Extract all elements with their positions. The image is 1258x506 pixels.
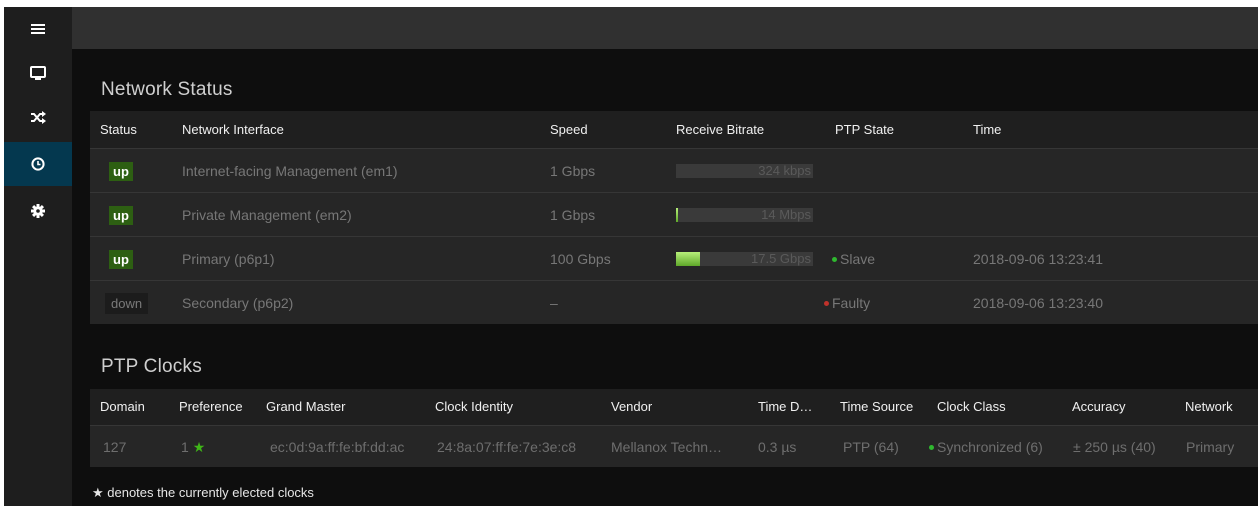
clock-icon — [31, 157, 45, 171]
ptp-state: Slave — [832, 237, 875, 281]
accuracy-value: ± 250 µs (40) — [1073, 439, 1156, 455]
column-header[interactable]: Network — [1185, 389, 1233, 425]
shuffle-icon — [30, 110, 46, 124]
network-status-title: Network Status — [101, 79, 233, 100]
ptp-clocks-table: Domain Preference Grand Master Clock Ide… — [90, 389, 1258, 467]
sidebar — [4, 7, 72, 506]
time-value: 2018-09-06 13:23:41 — [973, 251, 1103, 267]
column-header[interactable]: Time — [973, 111, 1001, 148]
bitrate-bar-fill — [676, 208, 678, 222]
bitrate-value: 17.5 Gbps — [751, 251, 811, 266]
table-header: Domain Preference Grand Master Clock Ide… — [90, 389, 1258, 425]
table-row[interactable]: down Secondary (p6p2) – Faulty 2018-09-0… — [90, 280, 1258, 324]
time-value: 2018-09-06 13:23:40 — [973, 295, 1103, 311]
top-bar — [72, 7, 1258, 49]
speed-value: 1 Gbps — [550, 207, 596, 223]
hamburger-menu-icon — [31, 23, 45, 35]
column-header[interactable]: Grand Master — [266, 389, 345, 425]
sidebar-item-status[interactable] — [4, 142, 72, 186]
time-source-value: PTP (64) — [843, 439, 899, 455]
vendor-value: Mellanox Techn… — [611, 439, 723, 455]
status-badge: up — [109, 250, 133, 269]
table-row[interactable]: 127 1 ★ ec:0d:9a:ff:fe:bf:dd:ac 24:8a:07… — [90, 425, 1258, 467]
preference-value: 1 ★ — [181, 439, 206, 455]
sidebar-item-monitor[interactable] — [4, 51, 72, 95]
interface-name: Primary (p6p1) — [182, 251, 275, 267]
ptp-state: Faulty — [824, 281, 870, 325]
column-header[interactable]: Receive Bitrate — [676, 111, 764, 148]
column-header[interactable]: PTP State — [835, 111, 894, 148]
column-header[interactable]: Vendor — [611, 389, 652, 425]
column-header[interactable]: Clock Class — [937, 389, 1006, 425]
column-header[interactable]: Status — [100, 111, 137, 148]
clock-identity-value: 24:8a:07:ff:fe:7e:3e:c8 — [437, 439, 577, 455]
column-header[interactable]: Accuracy — [1072, 389, 1125, 425]
status-badge: up — [109, 162, 133, 181]
column-header[interactable]: Domain — [100, 389, 145, 425]
star-icon: ★ — [192, 439, 206, 455]
network-status-table: Status Network Interface Speed Receive B… — [90, 111, 1258, 324]
table-row[interactable]: up Primary (p6p1) 100 Gbps 17.5 Gbps Sla… — [90, 236, 1258, 280]
footnote: ★ denotes the currently elected clocks — [92, 485, 314, 500]
table-row[interactable]: up Internet-facing Management (em1) 1 Gb… — [90, 148, 1258, 192]
sidebar-item-routing[interactable] — [4, 95, 72, 139]
bitrate-bar-fill — [676, 252, 700, 266]
monitor-icon — [30, 65, 46, 81]
column-header[interactable]: Network Interface — [182, 111, 284, 148]
network-value: Primary — [1186, 439, 1235, 455]
column-header[interactable]: Speed — [550, 111, 588, 148]
speed-value: – — [550, 295, 558, 311]
sidebar-item-settings[interactable] — [4, 189, 72, 233]
column-header[interactable]: Preference — [179, 389, 243, 425]
table-header: Status Network Interface Speed Receive B… — [90, 111, 1258, 148]
column-header[interactable]: Time D… — [758, 389, 812, 425]
bitrate-bar: 17.5 Gbps — [676, 252, 813, 266]
clock-class-value: Synchronized (6) — [929, 426, 1043, 468]
bitrate-bar: 14 Mbps — [676, 208, 813, 222]
gear-icon — [31, 204, 45, 218]
bitrate-value: 14 Mbps — [761, 207, 811, 222]
bitrate-value: 324 kbps — [758, 163, 811, 178]
table-row[interactable]: up Private Management (em2) 1 Gbps 14 Mb… — [90, 192, 1258, 236]
time-d-value: 0.3 µs — [758, 439, 797, 455]
status-dot — [929, 444, 934, 450]
status-badge: down — [105, 293, 149, 314]
column-header[interactable]: Clock Identity — [435, 389, 513, 425]
app-window: Network Status Status Network Interface … — [4, 7, 1258, 506]
grand-master-value: ec:0d:9a:ff:fe:bf:dd:ac — [270, 439, 405, 455]
status-dot — [832, 256, 837, 262]
column-header[interactable]: Time Source — [840, 389, 913, 425]
interface-name: Private Management (em2) — [182, 207, 352, 223]
ptp-clocks-title: PTP Clocks — [101, 356, 202, 377]
speed-value: 100 Gbps — [550, 251, 611, 267]
menu-button[interactable] — [4, 7, 72, 51]
domain-value: 127 — [103, 439, 127, 455]
bitrate-bar: 324 kbps — [676, 164, 813, 178]
interface-name: Secondary (p6p2) — [182, 295, 294, 311]
speed-value: 1 Gbps — [550, 163, 596, 179]
status-dot — [824, 300, 829, 306]
interface-name: Internet-facing Management (em1) — [182, 163, 398, 179]
status-badge: up — [109, 206, 133, 225]
